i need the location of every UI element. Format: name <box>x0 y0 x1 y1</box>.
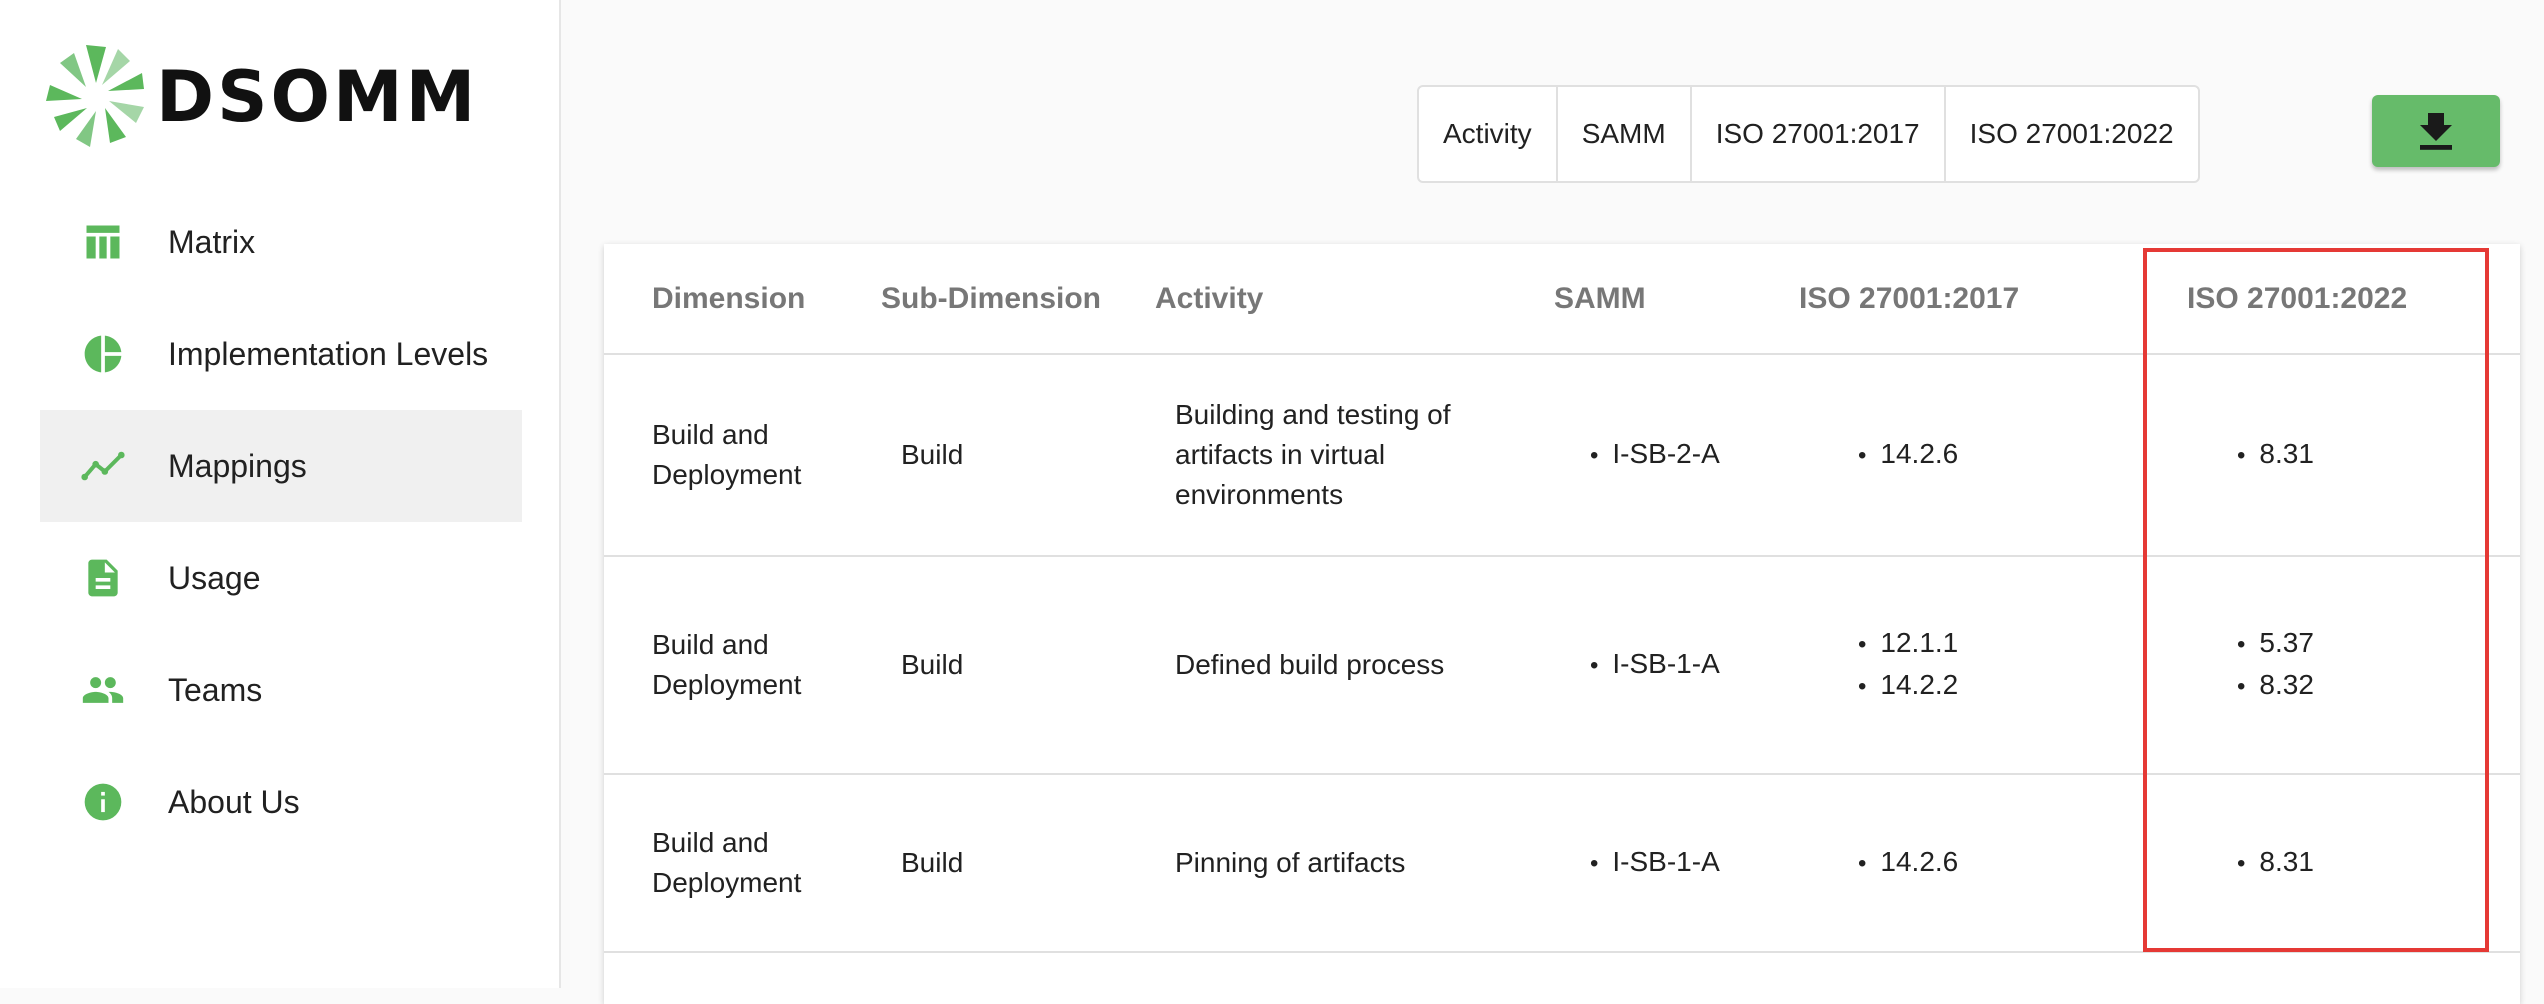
sidebar-item-label: Mappings <box>168 447 307 484</box>
cell-samm: I-SB-2-A <box>1522 354 1782 557</box>
cell-samm: I-SB-1-A <box>1522 774 1782 953</box>
cell-activity: Defined build process <box>1155 556 1522 775</box>
header-activity[interactable]: Activity <box>1155 244 1522 355</box>
header-iso-2022[interactable]: ISO 27001:2022 <box>2132 244 2520 355</box>
sidebar-item-usage[interactable]: Usage <box>40 522 522 634</box>
pie-chart-icon <box>80 331 126 377</box>
table-row[interactable]: Build and Deployment Build Defined build… <box>604 556 2520 775</box>
dsomm-logo[interactable]: DSOMM <box>46 42 478 152</box>
sidebar: DSOMM Matrix Implementation Levels Mappi… <box>0 0 561 988</box>
column-toggle-group: Activity SAMM ISO 27001:2017 ISO 27001:2… <box>1417 85 2200 183</box>
cell-iso-2022: 5.37 8.32 <box>2132 556 2520 775</box>
document-icon <box>80 555 126 601</box>
sidebar-item-matrix[interactable]: Matrix <box>40 186 522 298</box>
iso-2022-item: 8.32 <box>2237 665 2520 707</box>
table-row[interactable]: Build and Deployment Build Building and … <box>604 354 2520 557</box>
sidebar-nav: Matrix Implementation Levels Mappings Us… <box>40 186 522 858</box>
cell-iso-2017: 14.2.6 <box>1782 774 2132 953</box>
header-iso-2017[interactable]: ISO 27001:2017 <box>1782 244 2132 355</box>
iso-2017-item: 14.2.2 <box>1858 665 2132 707</box>
sidebar-item-label: Teams <box>168 671 263 708</box>
cell-activity: Pinning of artifacts <box>1155 774 1522 953</box>
samm-item: I-SB-2-A <box>1590 434 1782 476</box>
toggle-iso-2022[interactable]: ISO 27001:2022 <box>1946 87 2198 181</box>
header-dimension[interactable]: Dimension <box>604 244 881 355</box>
samm-item: I-SB-1-A <box>1590 644 1782 686</box>
info-icon <box>80 779 126 825</box>
cell-iso-2017: 12.1.1 14.2.2 <box>1782 556 2132 775</box>
table-row[interactable]: Build and Deployment Build Pinning of ar… <box>604 774 2520 953</box>
toggle-activity[interactable]: Activity <box>1419 87 1558 181</box>
sidebar-item-about-us[interactable]: About Us <box>40 746 522 858</box>
cell-sub-dimension: Build <box>881 556 1155 775</box>
cell-activity: Building and testing of artifacts in vir… <box>1155 354 1522 557</box>
cell-iso-2022: 8.31 <box>2132 354 2520 557</box>
mapping-table: Dimension Sub-Dimension Activity SAMM IS… <box>604 244 2520 953</box>
sidebar-item-label: Usage <box>168 559 261 596</box>
dsomm-logo-icon <box>46 45 144 147</box>
cell-dimension: Build and Deployment <box>604 354 881 557</box>
table-icon <box>80 219 126 265</box>
sidebar-item-teams[interactable]: Teams <box>40 634 522 746</box>
cell-iso-2017: 14.2.6 <box>1782 354 2132 557</box>
sidebar-item-label: About Us <box>168 783 300 820</box>
iso-2022-item: 8.31 <box>2237 434 2520 476</box>
samm-item: I-SB-1-A <box>1590 842 1782 884</box>
cell-dimension: Build and Deployment <box>604 556 881 775</box>
cell-samm: I-SB-1-A <box>1522 556 1782 775</box>
cell-iso-2022: 8.31 <box>2132 774 2520 953</box>
sidebar-item-mappings[interactable]: Mappings <box>40 410 522 522</box>
mapping-table-card: Dimension Sub-Dimension Activity SAMM IS… <box>604 244 2520 1004</box>
iso-2022-item: 5.37 <box>2237 623 2520 665</box>
toggle-samm[interactable]: SAMM <box>1558 87 1692 181</box>
trending-up-icon <box>80 443 126 489</box>
sidebar-item-label: Implementation Levels <box>168 335 489 372</box>
cell-sub-dimension: Build <box>881 774 1155 953</box>
cell-sub-dimension: Build <box>881 354 1155 557</box>
sidebar-item-label: Matrix <box>168 223 256 260</box>
toggle-iso-2017[interactable]: ISO 27001:2017 <box>1692 87 1946 181</box>
download-button[interactable] <box>2372 95 2500 167</box>
brand-name: DSOMM <box>156 56 479 138</box>
people-icon <box>80 667 126 713</box>
header-sub-dimension[interactable]: Sub-Dimension <box>881 244 1155 355</box>
header-samm[interactable]: SAMM <box>1522 244 1782 355</box>
iso-2017-item: 14.2.6 <box>1858 842 2132 884</box>
iso-2017-item: 14.2.6 <box>1858 434 2132 476</box>
iso-2017-item: 12.1.1 <box>1858 623 2132 665</box>
download-icon <box>2420 113 2452 150</box>
cell-dimension: Build and Deployment <box>604 774 881 953</box>
table-header-row: Dimension Sub-Dimension Activity SAMM IS… <box>604 244 2520 355</box>
iso-2022-item: 8.31 <box>2237 842 2520 884</box>
sidebar-item-implementation-levels[interactable]: Implementation Levels <box>40 298 522 410</box>
